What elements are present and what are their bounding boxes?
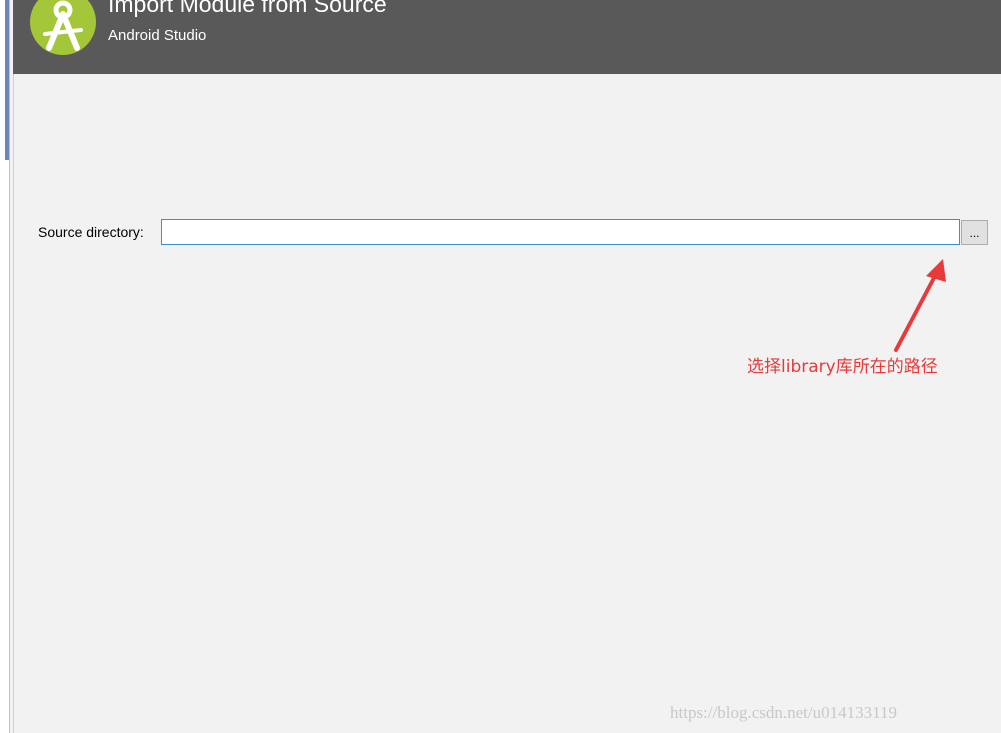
left-window-edge — [0, 0, 10, 733]
wizard-title: Import Module from Source — [108, 0, 387, 17]
wizard-subtitle: Android Studio — [108, 27, 207, 44]
source-directory-label: Source directory: — [38, 224, 144, 240]
android-studio-icon — [30, 0, 96, 55]
left-edge-strip — [5, 0, 9, 160]
browse-button[interactable]: ... — [961, 220, 988, 245]
watermark-text: https://blog.csdn.net/u014133119 — [670, 703, 897, 722]
source-directory-input[interactable] — [161, 219, 960, 245]
wizard-header: Import Module from Source Android Studio — [13, 0, 1001, 74]
wizard-content: Source directory: ... — [13, 74, 1001, 733]
red-arrow-icon — [894, 259, 946, 352]
annotation-text: 选择library库所在的路径 — [747, 357, 938, 377]
